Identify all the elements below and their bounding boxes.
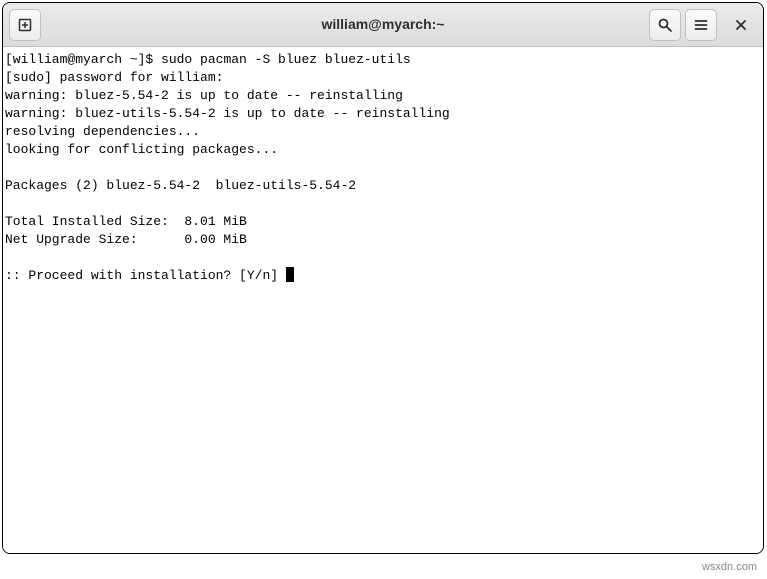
terminal-line: Net Upgrade Size: 0.00 MiB	[5, 232, 247, 247]
terminal-line: Total Installed Size: 8.01 MiB	[5, 214, 247, 229]
titlebar-left	[9, 9, 41, 41]
menu-button[interactable]	[685, 9, 717, 41]
hamburger-icon	[693, 17, 709, 33]
close-icon	[733, 17, 749, 33]
terminal-line: warning: bluez-5.54-2 is up to date -- r…	[5, 88, 403, 103]
new-tab-icon	[17, 17, 33, 33]
terminal-line: :: Proceed with installation? [Y/n]	[5, 268, 286, 283]
terminal-line: looking for conflicting packages...	[5, 142, 278, 157]
titlebar-right	[649, 9, 757, 41]
search-button[interactable]	[649, 9, 681, 41]
window-title: william@myarch:~	[322, 16, 445, 32]
terminal-line: Packages (2) bluez-5.54-2 bluez-utils-5.…	[5, 178, 356, 193]
terminal-line: warning: bluez-utils-5.54-2 is up to dat…	[5, 106, 450, 121]
search-icon	[657, 17, 673, 33]
terminal-line: [sudo] password for william:	[5, 70, 223, 85]
terminal-window: william@myarch:~	[2, 2, 764, 554]
command-text: sudo pacman -S bluez bluez-utils	[161, 52, 411, 67]
terminal-cursor	[286, 267, 294, 282]
terminal-line: resolving dependencies...	[5, 124, 200, 139]
terminal-area[interactable]: [william@myarch ~]$ sudo pacman -S bluez…	[3, 47, 763, 553]
prompt: [william@myarch ~]$	[5, 52, 161, 67]
close-button[interactable]	[725, 9, 757, 41]
watermark: wsxdn.com	[702, 561, 757, 573]
titlebar: william@myarch:~	[3, 3, 763, 47]
new-tab-button[interactable]	[9, 9, 41, 41]
